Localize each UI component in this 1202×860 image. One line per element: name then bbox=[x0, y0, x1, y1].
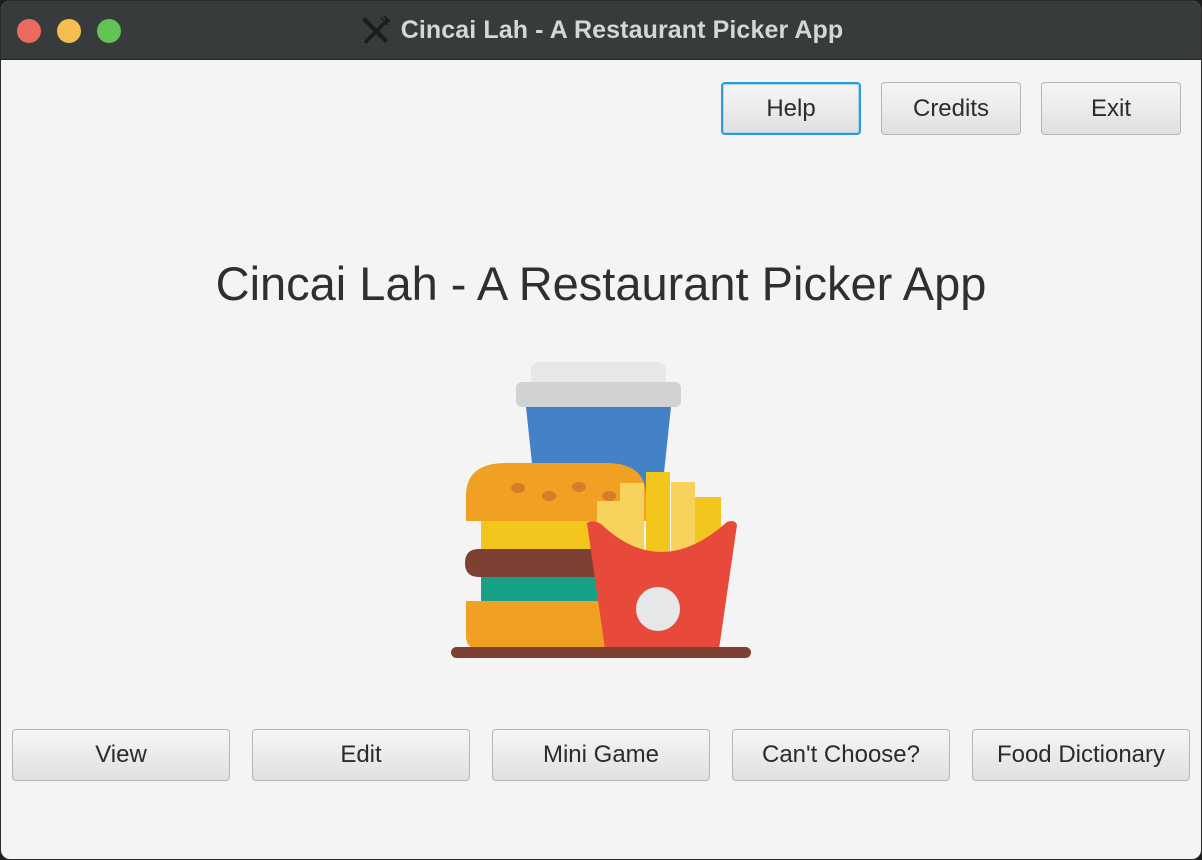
edit-button[interactable]: Edit bbox=[252, 729, 470, 781]
cant-choose-button[interactable]: Can't Choose? bbox=[732, 729, 950, 781]
app-heading: Cincai Lah - A Restaurant Picker App bbox=[215, 257, 987, 310]
exit-button[interactable]: Exit bbox=[1041, 82, 1181, 135]
title-bar[interactable]: Cincai Lah - A Restaurant Picker App bbox=[1, 1, 1201, 60]
food-dictionary-button[interactable]: Food Dictionary bbox=[972, 729, 1190, 781]
window-title: Cincai Lah - A Restaurant Picker App bbox=[400, 15, 844, 44]
mini-game-button[interactable]: Mini Game bbox=[492, 729, 710, 781]
app-window: Cincai Lah - A Restaurant Picker App Hel… bbox=[0, 0, 1202, 860]
window-title-group: Cincai Lah - A Restaurant Picker App bbox=[1, 1, 1201, 59]
fast-food-illustration bbox=[451, 362, 751, 658]
view-button[interactable]: View bbox=[12, 729, 230, 781]
fork-knife-icon bbox=[361, 15, 391, 44]
help-button[interactable]: Help bbox=[721, 82, 861, 135]
credits-button[interactable]: Credits bbox=[881, 82, 1021, 135]
